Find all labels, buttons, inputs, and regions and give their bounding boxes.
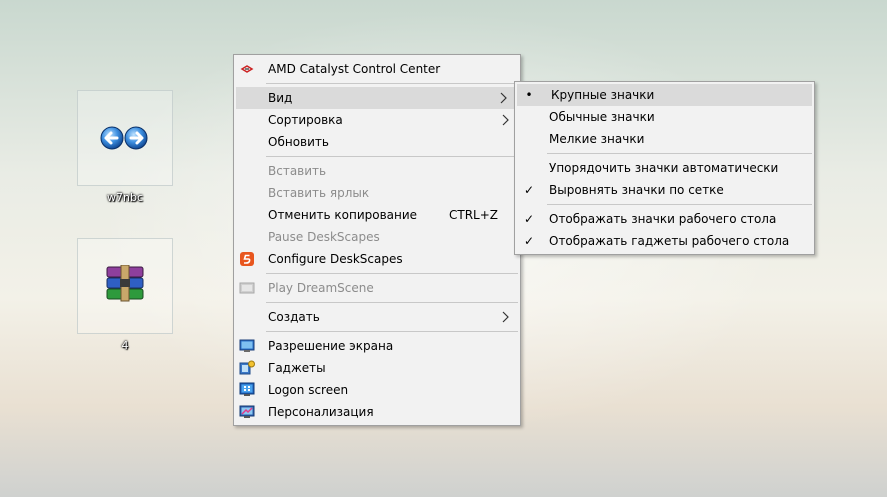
desktop-icon-4[interactable]: 4 xyxy=(77,238,173,352)
menu-item-logon-screen[interactable]: Logon screen xyxy=(234,379,520,401)
winrar-archive-icon xyxy=(106,265,144,302)
menu-separator xyxy=(266,83,518,84)
menu-item-label: Отменить копирование xyxy=(268,208,418,222)
view-submenu: • Крупные значки Обычные значки Мелкие з… xyxy=(514,81,815,255)
menu-item-personalization[interactable]: Персонализация xyxy=(234,401,520,423)
menu-item-label: Pause DeskScapes xyxy=(268,230,380,244)
menu-item-label: Гаджеты xyxy=(268,361,326,375)
gadgets-icon xyxy=(239,360,255,375)
desktop-icon-label: 4 xyxy=(121,339,129,352)
dreamscene-icon xyxy=(239,282,255,294)
desktop-context-menu: AMD Catalyst Control Center Вид Сортиров… xyxy=(233,54,521,426)
submenu-item-auto-arrange[interactable]: Упорядочить значки автоматически xyxy=(515,157,814,179)
menu-item-label: Configure DeskScapes xyxy=(268,252,403,266)
menu-item-sort[interactable]: Сортировка xyxy=(234,109,520,131)
checkmark-icon: ✓ xyxy=(523,212,535,226)
menu-separator xyxy=(266,302,518,303)
submenu-item-small-icons[interactable]: Мелкие значки xyxy=(515,128,814,150)
menu-separator xyxy=(547,204,812,205)
submenu-item-large-icons[interactable]: • Крупные значки xyxy=(517,84,812,106)
menu-separator xyxy=(266,156,518,157)
blue-arrows-icon xyxy=(100,126,148,150)
checkmark-icon: ✓ xyxy=(523,234,535,248)
desktop-icon-frame xyxy=(77,238,173,334)
menu-item-label: Вставить xyxy=(268,164,327,178)
submenu-item-medium-icons[interactable]: Обычные значки xyxy=(515,106,814,128)
chevron-right-icon xyxy=(502,114,509,126)
menu-item-paste[interactable]: Вставить xyxy=(234,160,520,182)
menu-item-label: Сортировка xyxy=(268,113,343,127)
menu-separator xyxy=(547,153,812,154)
menu-item-new[interactable]: Создать xyxy=(234,306,520,328)
deskscapes-icon xyxy=(240,252,254,266)
chevron-right-icon xyxy=(500,92,507,104)
menu-separator xyxy=(266,331,518,332)
menu-item-refresh[interactable]: Обновить xyxy=(234,131,520,153)
menu-item-label: Play DreamScene xyxy=(268,281,374,295)
menu-separator xyxy=(266,273,518,274)
submenu-item-label: Крупные значки xyxy=(551,88,655,102)
desktop-icon-frame xyxy=(77,90,173,186)
menu-item-label: Создать xyxy=(268,310,320,324)
menu-item-paste-shortcut[interactable]: Вставить ярлык xyxy=(234,182,520,204)
submenu-item-align-to-grid[interactable]: ✓ Выровнять значки по сетке xyxy=(515,179,814,201)
menu-item-pause-deskscapes[interactable]: Pause DeskScapes xyxy=(234,226,520,248)
radio-bullet-icon: • xyxy=(525,88,533,102)
desktop-icon-w7nbc[interactable]: w7nbc xyxy=(77,90,173,204)
submenu-item-label: Мелкие значки xyxy=(549,132,645,146)
menu-item-shortcut: CTRL+Z xyxy=(448,208,498,222)
chevron-right-icon xyxy=(502,311,509,323)
amd-icon xyxy=(240,65,254,73)
menu-item-label: Logon screen xyxy=(268,383,349,397)
submenu-item-label: Выровнять значки по сетке xyxy=(549,183,724,197)
menu-item-label: Вид xyxy=(268,91,293,105)
menu-item-view[interactable]: Вид xyxy=(236,87,518,109)
submenu-item-show-desktop-icons[interactable]: ✓ Отображать значки рабочего стола xyxy=(515,208,814,230)
menu-item-screen-resolution[interactable]: Разрешение экрана xyxy=(234,335,520,357)
submenu-item-show-gadgets[interactable]: ✓ Отображать гаджеты рабочего стола xyxy=(515,230,814,252)
submenu-item-label: Упорядочить значки автоматически xyxy=(549,161,779,175)
menu-item-amd-catalyst[interactable]: AMD Catalyst Control Center xyxy=(234,58,520,80)
menu-item-label: Разрешение экрана xyxy=(268,339,394,353)
menu-item-label: Обновить xyxy=(268,135,329,149)
desktop-icon-label: w7nbc xyxy=(107,191,143,204)
menu-item-undo-copy[interactable]: Отменить копирование CTRL+Z xyxy=(234,204,520,226)
menu-item-label: Персонализация xyxy=(268,405,374,419)
monitor-icon xyxy=(239,339,255,352)
menu-item-label: Вставить ярлык xyxy=(268,186,370,200)
menu-item-gadgets[interactable]: Гаджеты xyxy=(234,357,520,379)
logon-screen-icon xyxy=(239,382,255,396)
menu-item-configure-deskscapes[interactable]: Configure DeskScapes xyxy=(234,248,520,270)
submenu-item-label: Отображать гаджеты рабочего стола xyxy=(549,234,790,248)
menu-item-label: AMD Catalyst Control Center xyxy=(268,62,441,76)
menu-item-play-dreamscene[interactable]: Play DreamScene xyxy=(234,277,520,299)
checkmark-icon: ✓ xyxy=(523,183,535,197)
submenu-item-label: Отображать значки рабочего стола xyxy=(549,212,777,226)
submenu-item-label: Обычные значки xyxy=(549,110,655,124)
personalization-icon xyxy=(239,405,255,418)
